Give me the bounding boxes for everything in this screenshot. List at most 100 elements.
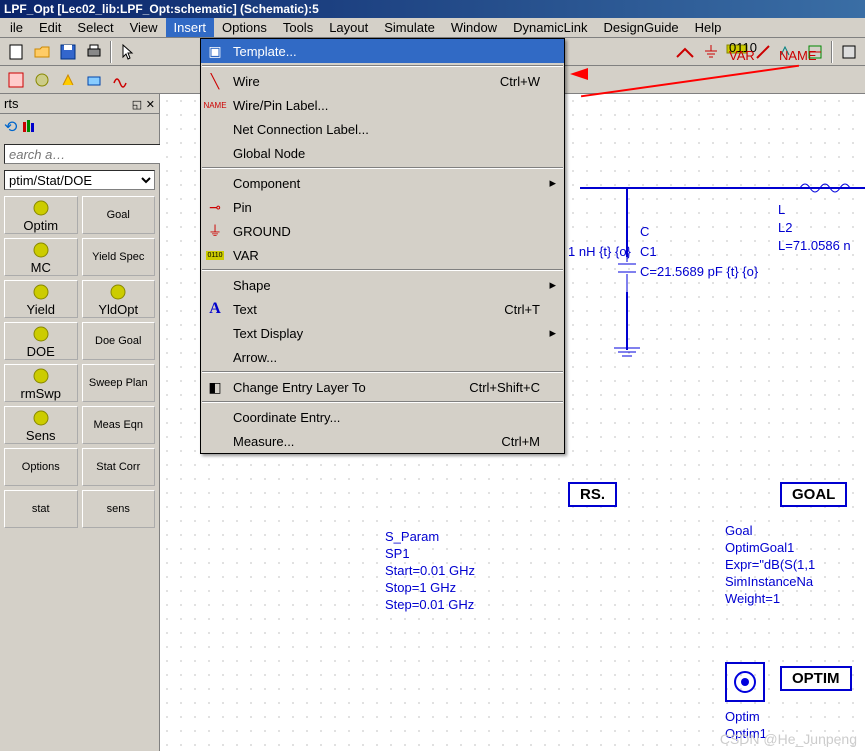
sp-line-2: Start=0.01 GHz xyxy=(385,563,475,578)
sidebar-title: rts xyxy=(4,96,18,111)
pbtn-doe[interactable]: DOE xyxy=(4,322,78,360)
menu-layout[interactable]: Layout xyxy=(321,18,376,37)
rs-box[interactable]: RS. xyxy=(568,482,617,507)
menu-global[interactable]: Global Node xyxy=(201,141,564,165)
optim-gear-icon[interactable] xyxy=(725,662,765,702)
menu-text[interactable]: ATextCtrl+T xyxy=(201,297,564,321)
cursor-icon[interactable] xyxy=(116,40,140,64)
menu-wirepin[interactable]: NAMEWire/Pin Label... xyxy=(201,93,564,117)
optim-box[interactable]: OPTIM xyxy=(780,666,852,691)
name-tool-icon[interactable]: NAME xyxy=(777,40,801,64)
goal-line-1: OptimGoal1 xyxy=(725,540,794,555)
menu-var[interactable]: 0110VAR xyxy=(201,243,564,267)
menu-shape[interactable]: Shape▸ xyxy=(201,273,564,297)
goal-box[interactable]: GOAL xyxy=(780,482,847,507)
goal-line-2: Expr="dB(S(1,1 xyxy=(725,557,815,572)
menu-window[interactable]: Window xyxy=(443,18,505,37)
menu-simulate[interactable]: Simulate xyxy=(376,18,443,37)
var-tool-icon[interactable]: 0110VAR xyxy=(725,40,749,64)
optim-label: Optim xyxy=(725,709,760,724)
label-c1cap: C=21.5689 pF {t} {o} xyxy=(640,264,758,279)
tb2-icon-2[interactable] xyxy=(30,68,54,92)
template-icon: ▣ xyxy=(205,41,225,61)
ground-icon: ⏚ xyxy=(205,221,225,241)
menu-tools[interactable]: Tools xyxy=(275,18,321,37)
sp-line-1: SP1 xyxy=(385,546,410,561)
menu-coord[interactable]: Coordinate Entry... xyxy=(201,405,564,429)
sp-line-3: Stop=1 GHz xyxy=(385,580,456,595)
menu-template[interactable]: ▣Template... xyxy=(201,39,564,63)
menu-arrow[interactable]: Arrow... xyxy=(201,345,564,369)
new-icon[interactable] xyxy=(4,40,28,64)
layer-icon: ◧ xyxy=(205,377,225,397)
menu-measure[interactable]: Measure...Ctrl+M xyxy=(201,429,564,453)
pbtn-statcorr[interactable]: Stat Corr xyxy=(82,448,156,486)
pbtn-goal[interactable]: Goal xyxy=(82,196,156,234)
menu-file[interactable]: ile xyxy=(2,18,31,37)
pbtn-optim[interactable]: Optim xyxy=(4,196,78,234)
pbtn-yieldspec[interactable]: Yield Spec xyxy=(82,238,156,276)
sidebar-lib-icon[interactable] xyxy=(21,118,39,137)
sp-line-4: Step=0.01 GHz xyxy=(385,597,474,612)
pbtn-doegoal[interactable]: Doe Goal xyxy=(82,322,156,360)
menu-select[interactable]: Select xyxy=(69,18,121,37)
sidebar-close-icon[interactable]: ✕ xyxy=(146,99,155,111)
menu-edit[interactable]: Edit xyxy=(31,18,69,37)
label-lval: L=71.0586 n xyxy=(778,238,851,253)
menu-netconn[interactable]: Net Connection Label... xyxy=(201,117,564,141)
insert-menu-popup: ▣Template... ╲WireCtrl+W NAMEWire/Pin La… xyxy=(200,38,565,454)
palette-select[interactable]: ptim/Stat/DOE xyxy=(4,170,155,190)
label-c: C xyxy=(640,224,649,239)
tb2-icon-5[interactable] xyxy=(108,68,132,92)
goal-line-4: Weight=1 xyxy=(725,591,780,606)
menu-help[interactable]: Help xyxy=(687,18,730,37)
label-l: L xyxy=(778,202,785,217)
menu-insert[interactable]: Insert xyxy=(166,18,215,37)
pbtn-yield[interactable]: Yield xyxy=(4,280,78,318)
open-icon[interactable] xyxy=(30,40,54,64)
label-l2: L2 xyxy=(778,220,792,235)
pbtn-options[interactable]: Options xyxy=(4,448,78,486)
menu-component[interactable]: Component▸ xyxy=(201,171,564,195)
var-icon: 0110 xyxy=(205,245,225,265)
menu-wire[interactable]: ╲WireCtrl+W xyxy=(201,69,564,93)
pbtn-mc[interactable]: MC xyxy=(4,238,78,276)
pbtn-measeqn[interactable]: Meas Eqn xyxy=(82,406,156,444)
ground-tool-icon[interactable] xyxy=(699,40,723,64)
pbtn-stat[interactable]: stat xyxy=(4,490,78,528)
menu-textdisp[interactable]: Text Display▸ xyxy=(201,321,564,345)
pbtn-sens2[interactable]: sens xyxy=(82,490,156,528)
save-icon[interactable] xyxy=(56,40,80,64)
wirepin-icon: NAME xyxy=(205,95,225,115)
pin-icon: ⊸ xyxy=(205,197,225,217)
pbtn-sens[interactable]: Sens xyxy=(4,406,78,444)
tb2-icon-3[interactable] xyxy=(56,68,80,92)
pbtn-sweepplan[interactable]: Sweep Plan xyxy=(82,364,156,402)
menu-designguide[interactable]: DesignGuide xyxy=(596,18,687,37)
menu-change[interactable]: ◧Change Entry Layer ToCtrl+Shift+C xyxy=(201,375,564,399)
menu-dynamiclink[interactable]: DynamicLink xyxy=(505,18,595,37)
component-palette: Optim Goal MC Yield Spec Yield YldOpt DO… xyxy=(0,192,159,751)
tool-extra-icon[interactable] xyxy=(837,40,861,64)
label-c1: C1 xyxy=(640,244,657,259)
print-icon[interactable] xyxy=(82,40,106,64)
menu-ground[interactable]: ⏚GROUND xyxy=(201,219,564,243)
menubar: ile Edit Select View Insert Options Tool… xyxy=(0,18,865,38)
menu-view[interactable]: View xyxy=(122,18,166,37)
misc-tool-icon[interactable] xyxy=(803,40,827,64)
tb2-icon-1[interactable] xyxy=(4,68,28,92)
pbtn-yldopt[interactable]: YldOpt xyxy=(82,280,156,318)
sidebar-dock-icon[interactable]: ◱ xyxy=(132,99,142,111)
wire-tool-icon[interactable] xyxy=(673,40,697,64)
annotation-arrow-head xyxy=(570,68,588,80)
wire-icon: ╲ xyxy=(205,71,225,91)
line-tool-icon[interactable] xyxy=(751,40,775,64)
pbtn-prmswp[interactable]: rmSwp xyxy=(4,364,78,402)
menu-options[interactable]: Options xyxy=(214,18,275,37)
titlebar: LPF_Opt [Lec02_lib:LPF_Opt:schematic] (S… xyxy=(0,0,865,18)
parts-sidebar: rts ◱ ✕ ⟲ ▼ ptim/Stat/DOE Optim Goal MC … xyxy=(0,94,160,751)
menu-pin[interactable]: ⊸Pin xyxy=(201,195,564,219)
label-c1val: 1 nH {t} {o} xyxy=(568,244,631,259)
tb2-icon-4[interactable] xyxy=(82,68,106,92)
sidebar-back-icon[interactable]: ⟲ xyxy=(4,117,17,137)
